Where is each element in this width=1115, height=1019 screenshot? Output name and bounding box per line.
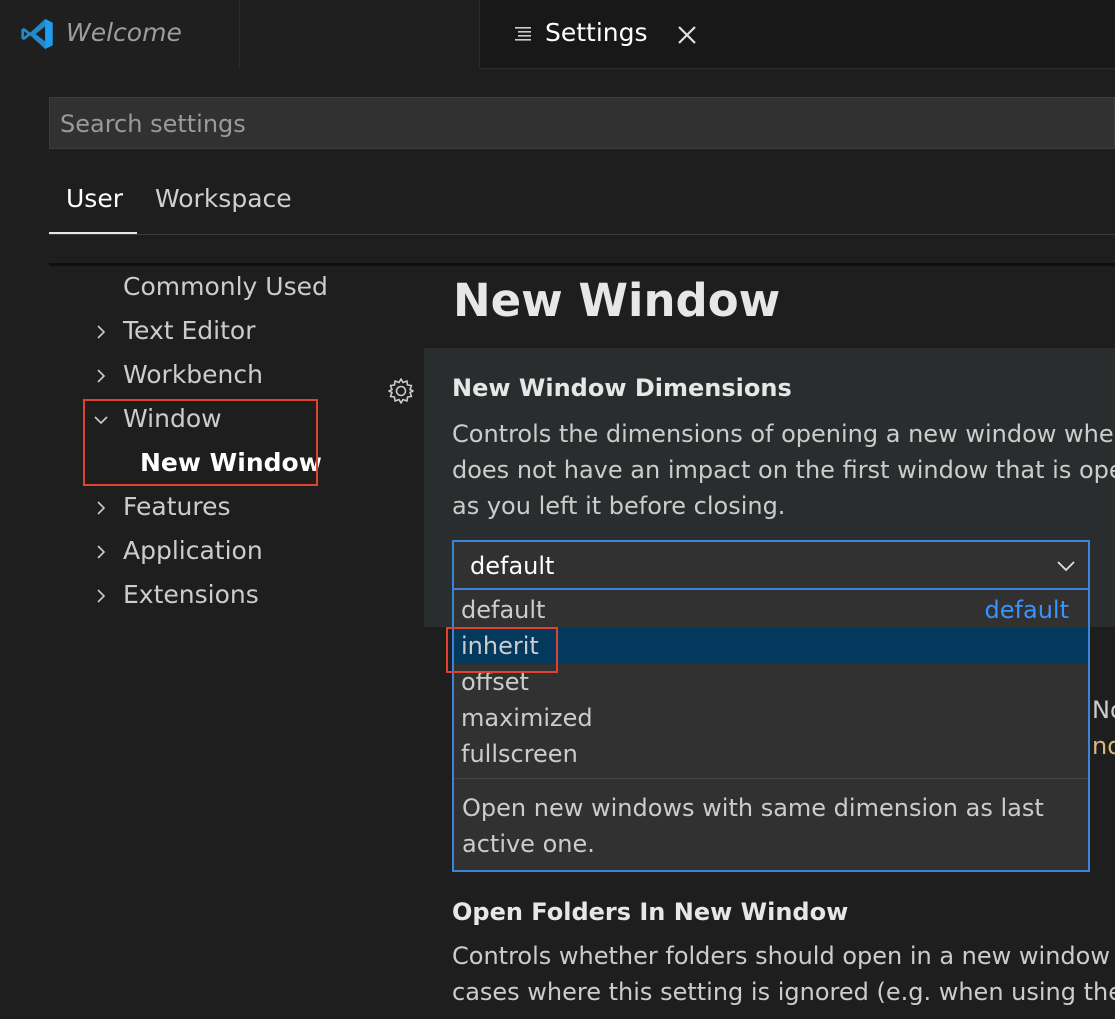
- settings-file-icon: [515, 27, 531, 41]
- toc-item-extensions[interactable]: Extensions: [123, 580, 259, 609]
- default-tag: default: [984, 596, 1069, 624]
- setting-description-line: Controls the dimensions of opening a new…: [452, 420, 1114, 448]
- option-description: Open new windows with same dimension as …: [462, 790, 1082, 862]
- option-fullscreen[interactable]: fullscreen: [454, 736, 1088, 772]
- chevron-right-icon[interactable]: [93, 588, 109, 604]
- tabs-divider: [49, 234, 1115, 235]
- setting-description-line: Controls whether folders should open in …: [452, 942, 1110, 970]
- toc-item-features[interactable]: Features: [123, 492, 231, 521]
- search-box: [49, 97, 1115, 149]
- toc-item-application[interactable]: Application: [123, 536, 263, 565]
- tab-settings[interactable]: Settings: [240, 0, 696, 69]
- highlight-box-window: [83, 399, 318, 486]
- close-icon[interactable]: [676, 24, 698, 46]
- toc-item-text-editor[interactable]: Text Editor: [123, 316, 256, 345]
- dimensions-select[interactable]: default: [452, 540, 1090, 590]
- obscured-text-fragment: nd: [1092, 732, 1115, 760]
- setting-description: Controls the dimensions of opening a new…: [452, 416, 1115, 524]
- tab-workspace[interactable]: Workspace: [155, 184, 292, 213]
- option-maximized[interactable]: maximized: [454, 700, 1088, 736]
- search-input[interactable]: [60, 106, 1100, 142]
- tab-settings-label: Settings: [545, 18, 648, 47]
- content-divider: [49, 263, 1115, 266]
- option-label: default: [461, 596, 546, 624]
- editor-tab-bar: Welcome Settings: [0, 0, 1115, 69]
- tab-welcome[interactable]: Welcome: [0, 0, 240, 69]
- chevron-right-icon[interactable]: [93, 544, 109, 560]
- setting-description-open-folders: Controls whether folders should open in …: [452, 938, 1115, 1010]
- select-value: default: [470, 552, 555, 580]
- tab-user[interactable]: User: [66, 184, 123, 213]
- chevron-down-icon: [1057, 561, 1075, 572]
- option-label: maximized: [461, 704, 593, 732]
- option-description-line: active one.: [462, 830, 595, 858]
- tab-welcome-label: Welcome: [66, 18, 182, 47]
- setting-description-line: does not have an impact on the first win…: [452, 456, 1115, 484]
- setting-title: New Window Dimensions: [452, 374, 792, 402]
- option-label: fullscreen: [461, 740, 578, 768]
- setting-description-line: cases where this setting is ignored (e.g…: [452, 978, 1115, 1006]
- chevron-right-icon[interactable]: [93, 500, 109, 516]
- chevron-right-icon[interactable]: [93, 368, 109, 384]
- chevron-right-icon[interactable]: [93, 324, 109, 340]
- setting-title-open-folders: Open Folders In New Window: [452, 898, 849, 926]
- highlight-box-inherit: [446, 627, 558, 673]
- setting-description-line: as you left it before closing.: [452, 492, 786, 520]
- vscode-logo-icon: [21, 19, 53, 49]
- toc-item-commonly-used[interactable]: Commonly Used: [123, 272, 328, 301]
- toc-item-workbench[interactable]: Workbench: [123, 360, 263, 389]
- obscured-text-fragment: No: [1092, 696, 1115, 724]
- option-description-line: Open new windows with same dimension as …: [462, 794, 1044, 822]
- dropdown-separator: [454, 778, 1088, 779]
- gear-icon[interactable]: [386, 376, 416, 406]
- section-title: New Window: [453, 274, 781, 327]
- option-default[interactable]: default default: [454, 592, 1088, 628]
